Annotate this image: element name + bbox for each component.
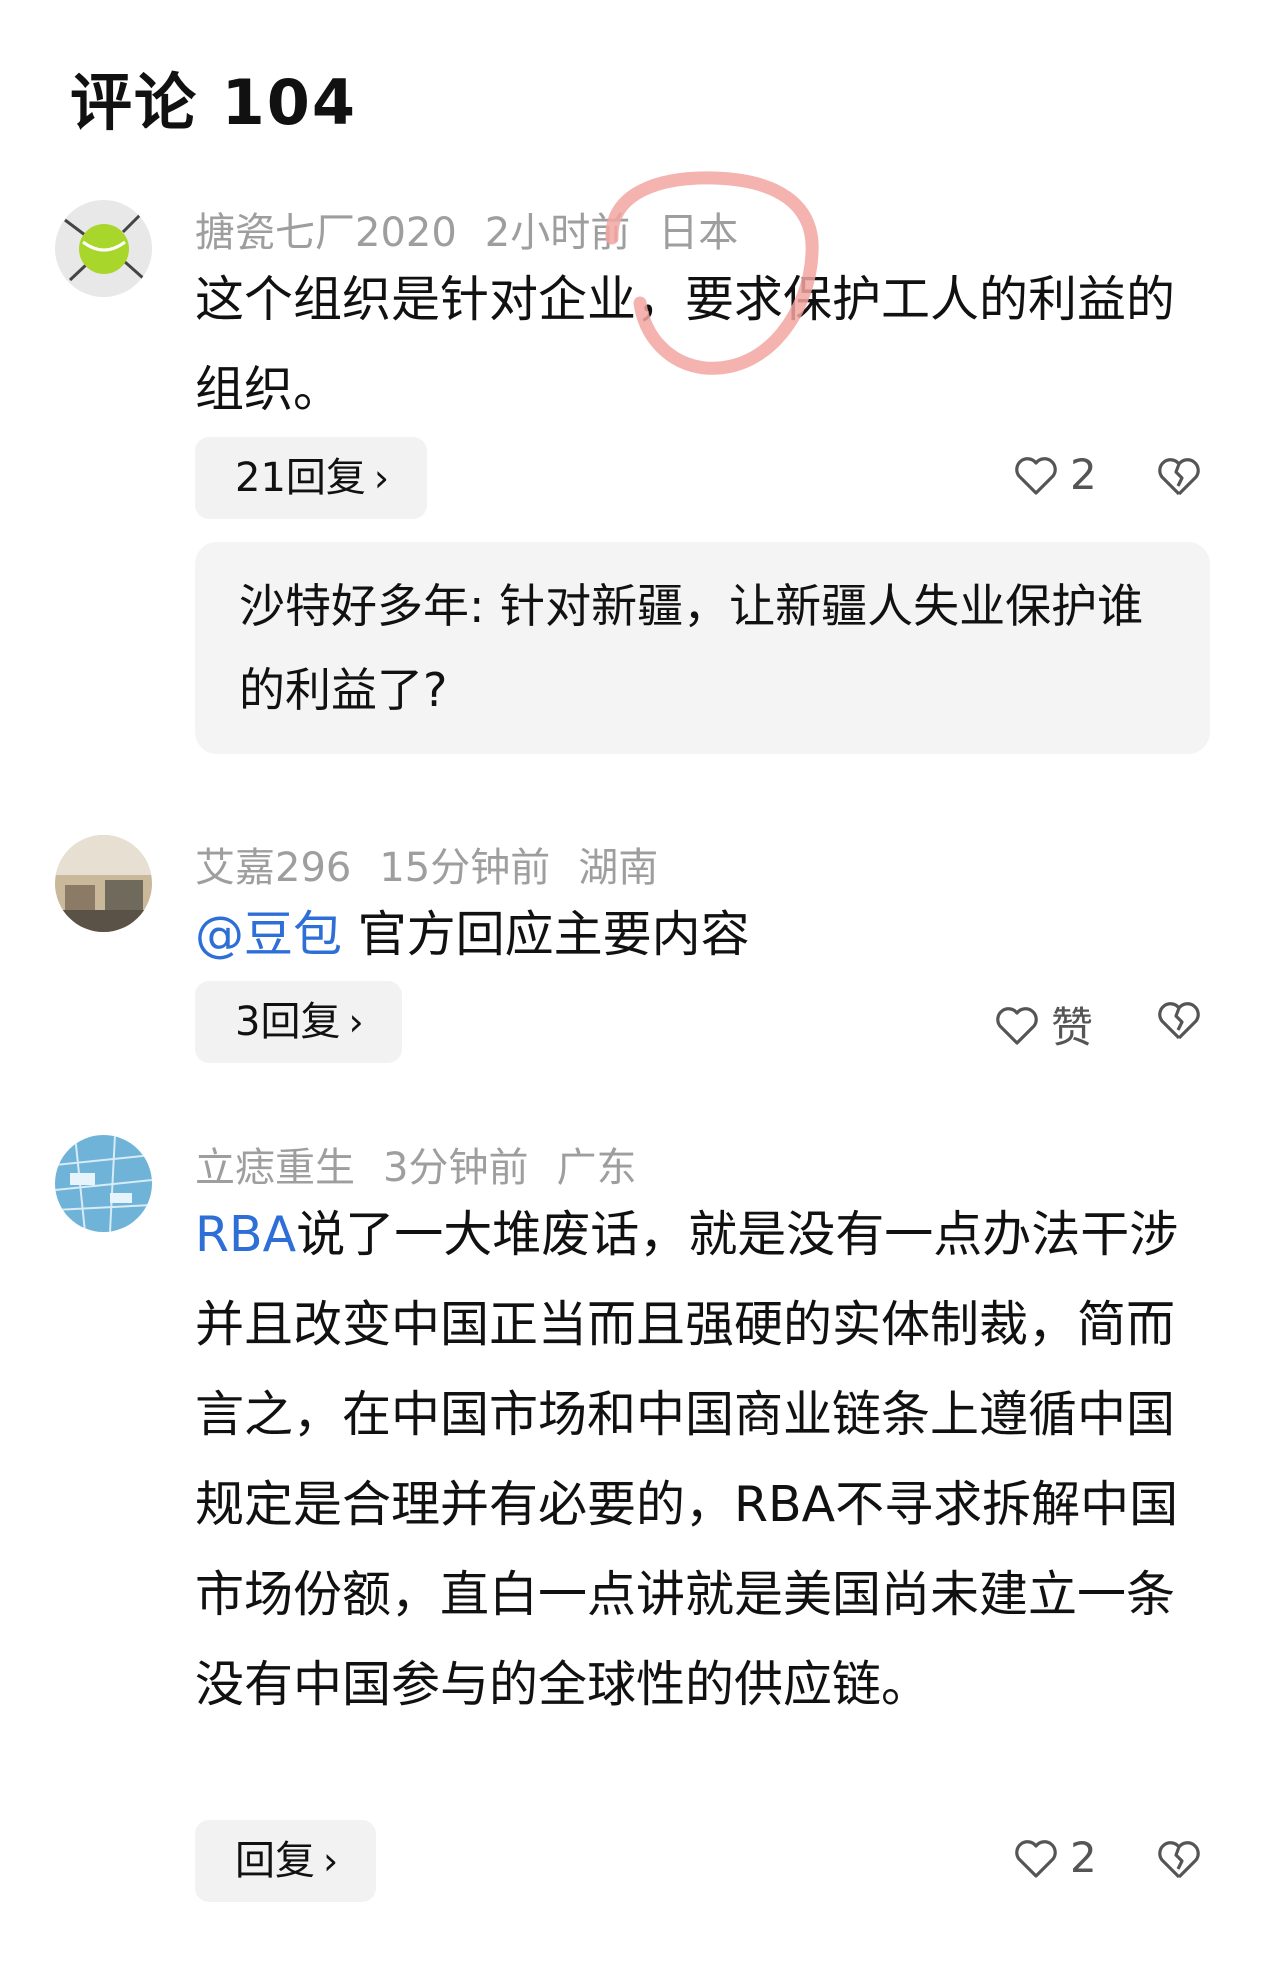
chevron-right-icon: › (373, 456, 390, 500)
view-replies-button[interactable]: 回复 › (195, 1820, 377, 1902)
broken-heart-icon (1158, 458, 1200, 496)
quoted-reply[interactable]: 沙特好多年: 针对新疆，让新疆人失业保护谁的利益了? (195, 542, 1210, 754)
like-count: 赞 (1051, 1003, 1094, 1052)
heart-outline-icon (1015, 1839, 1057, 1878)
comment-text: @豆包 官方回应主要内容 (195, 906, 750, 963)
like-count: 2 (1070, 450, 1097, 499)
chevron-right-icon: › (323, 1839, 339, 1883)
view-replies-button[interactable]: 3回复 › (195, 981, 402, 1063)
username[interactable]: 艾嘉296 (195, 845, 351, 891)
broken-heart-icon (1158, 1841, 1200, 1879)
like-button[interactable]: 2 (1012, 450, 1097, 499)
username[interactable]: 立痣重生 (195, 1145, 355, 1191)
avatar[interactable] (55, 835, 152, 932)
location: 广东 (556, 1145, 637, 1191)
timestamp: 15分钟前 (379, 845, 551, 891)
comment-meta: 立痣重生 3分钟前 广东 (195, 1135, 664, 1193)
mention-link[interactable]: RBA (195, 1206, 296, 1263)
heart-outline-icon (996, 1006, 1038, 1045)
location: 湖南 (578, 845, 659, 891)
comment-text: RBA说了一大堆废话，就是没有一点办法干涉并且改变中国正当而且强硬的实体制裁，简… (195, 1206, 1179, 1713)
dislike-button[interactable] (1155, 996, 1203, 1048)
dislike-button[interactable] (1155, 452, 1203, 504)
dislike-button[interactable] (1155, 1835, 1203, 1887)
timestamp: 3分钟前 (383, 1145, 529, 1191)
like-count: 2 (1070, 1833, 1097, 1882)
mention-link[interactable]: @豆包 (195, 906, 342, 963)
broken-heart-icon (1158, 1002, 1200, 1040)
username[interactable]: 搪瓷七厂2020 (195, 210, 457, 256)
like-button[interactable]: 赞 (993, 994, 1093, 1055)
comment-meta: 艾嘉296 15分钟前 湖南 (195, 835, 686, 893)
chevron-right-icon: › (348, 1000, 364, 1044)
view-replies-button[interactable]: 21回复 › (195, 437, 428, 519)
avatar[interactable] (55, 200, 152, 297)
avatar[interactable] (55, 1135, 152, 1232)
like-button[interactable]: 2 (1012, 1833, 1097, 1882)
timestamp: 2小时前 (484, 210, 631, 256)
heart-outline-icon (1015, 456, 1057, 495)
page-title: 评论 104 (70, 66, 358, 139)
location: 日本 (658, 210, 739, 256)
comment-meta: 搪瓷七厂2020 2小时前 日本 (195, 200, 766, 258)
comment-text: 这个组织是针对企业，要求保护工人的利益的组织。 (195, 271, 1176, 418)
